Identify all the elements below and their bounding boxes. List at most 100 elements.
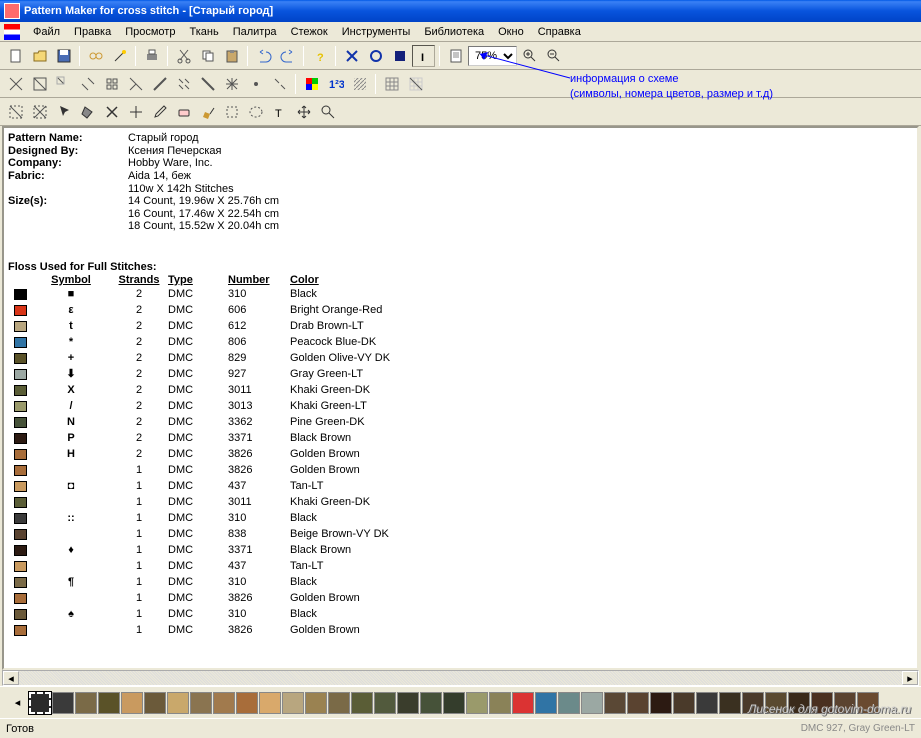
menu-palette[interactable]: Палитра (226, 24, 284, 40)
palette-swatch[interactable] (236, 692, 258, 714)
palette-swatch[interactable] (719, 692, 741, 714)
palette-swatch[interactable] (144, 692, 166, 714)
new-icon[interactable] (4, 45, 27, 67)
rect-tool-icon[interactable] (220, 101, 243, 123)
link-icon[interactable] (84, 45, 107, 67)
palette-swatch[interactable] (788, 692, 810, 714)
zoom-out-icon[interactable] (542, 45, 565, 67)
redo-icon[interactable] (276, 45, 299, 67)
menu-view[interactable]: Просмотр (118, 24, 182, 40)
palette-swatch[interactable] (328, 692, 350, 714)
quarter2-icon[interactable] (76, 73, 99, 95)
palette-swatch[interactable] (604, 692, 626, 714)
grid-icon[interactable] (380, 73, 403, 95)
numbers-icon[interactable]: 1²3 (324, 73, 347, 95)
zoom-in-icon[interactable] (518, 45, 541, 67)
palette-swatch[interactable] (466, 692, 488, 714)
menu-window[interactable]: Окно (491, 24, 531, 40)
palette-swatch[interactable] (535, 692, 557, 714)
palette-swatch[interactable] (420, 692, 442, 714)
half3-icon[interactable] (196, 73, 219, 95)
menu-help[interactable]: Справка (531, 24, 588, 40)
stitch-diag-icon[interactable] (268, 73, 291, 95)
palette-swatch[interactable] (167, 692, 189, 714)
page-icon[interactable] (444, 45, 467, 67)
palette-swatch[interactable] (75, 692, 97, 714)
palette-swatch[interactable] (443, 692, 465, 714)
palette-swatch[interactable] (857, 692, 879, 714)
palette-prev-icon[interactable]: ◂ (6, 692, 29, 714)
zoom-tool-icon[interactable] (316, 101, 339, 123)
petite2-icon[interactable] (172, 73, 195, 95)
menu-library[interactable]: Библиотека (417, 24, 491, 40)
palette-swatch[interactable] (512, 692, 534, 714)
palette-swatch[interactable] (489, 692, 511, 714)
menu-tools[interactable]: Инструменты (335, 24, 418, 40)
palette-swatch[interactable] (765, 692, 787, 714)
symbol-view-icon[interactable] (364, 45, 387, 67)
palette-swatch[interactable] (558, 692, 580, 714)
full-stitch-icon[interactable] (4, 73, 27, 95)
palette-swatch[interactable] (650, 692, 672, 714)
select-icon[interactable] (4, 101, 27, 123)
h-scrollbar[interactable]: ◂ ▸ (2, 670, 919, 686)
shade-icon[interactable] (348, 73, 371, 95)
text-tool-icon[interactable]: T (268, 101, 291, 123)
palette-swatch[interactable] (305, 692, 327, 714)
menu-stitch[interactable]: Стежок (284, 24, 335, 40)
palette-swatch[interactable] (581, 692, 603, 714)
palette-swatch[interactable] (190, 692, 212, 714)
quarter-stitch-icon[interactable] (52, 73, 75, 95)
palette-swatch[interactable] (742, 692, 764, 714)
print-icon[interactable] (140, 45, 163, 67)
copy-icon[interactable] (196, 45, 219, 67)
open-icon[interactable] (28, 45, 51, 67)
fill-icon[interactable] (76, 101, 99, 123)
menu-fabric[interactable]: Ткань (182, 24, 225, 40)
palette-swatch[interactable] (627, 692, 649, 714)
color-picker-icon[interactable] (300, 73, 323, 95)
wizard-icon[interactable] (108, 45, 131, 67)
draw-cross-icon[interactable] (100, 101, 123, 123)
help-icon[interactable]: ? (308, 45, 331, 67)
stitch-dot-icon[interactable] (244, 73, 267, 95)
palette-swatch[interactable] (834, 692, 856, 714)
palette-swatch[interactable] (374, 692, 396, 714)
move-tool-icon[interactable] (292, 101, 315, 123)
undo-icon[interactable] (252, 45, 275, 67)
half2-icon[interactable] (148, 73, 171, 95)
draw-line-icon[interactable] (124, 101, 147, 123)
palette-swatch[interactable] (673, 692, 695, 714)
mix-stitch-icon[interactable] (124, 73, 147, 95)
palette-swatch[interactable] (121, 692, 143, 714)
select-all-icon[interactable] (28, 101, 51, 123)
brush-icon[interactable] (196, 101, 219, 123)
cross-view-icon[interactable] (340, 45, 363, 67)
cut-icon[interactable] (172, 45, 195, 67)
paste-icon[interactable] (220, 45, 243, 67)
ellipse-tool-icon[interactable] (244, 101, 267, 123)
palette-swatch[interactable] (351, 692, 373, 714)
palette-swatch[interactable] (213, 692, 235, 714)
erase-icon[interactable] (172, 101, 195, 123)
palette-swatch[interactable] (397, 692, 419, 714)
menu-file[interactable]: Файл (26, 24, 67, 40)
palette-swatch[interactable] (811, 692, 833, 714)
info-view-icon[interactable]: I (412, 45, 435, 67)
scroll-right-icon[interactable]: ▸ (902, 671, 918, 685)
grid-off-icon[interactable] (404, 73, 427, 95)
scroll-left-icon[interactable]: ◂ (3, 671, 19, 685)
petite-icon[interactable] (100, 73, 123, 95)
palette-swatch[interactable] (52, 692, 74, 714)
solid-view-icon[interactable] (388, 45, 411, 67)
palette-swatch[interactable] (696, 692, 718, 714)
pointer-icon[interactable] (52, 101, 75, 123)
half-stitch-icon[interactable] (28, 73, 51, 95)
menu-edit[interactable]: Правка (67, 24, 118, 40)
palette-swatch[interactable] (259, 692, 281, 714)
eyedrop-icon[interactable] (148, 101, 171, 123)
palette-swatch[interactable] (98, 692, 120, 714)
save-icon[interactable] (52, 45, 75, 67)
palette-swatch[interactable] (282, 692, 304, 714)
palette-swatch[interactable] (29, 692, 51, 714)
